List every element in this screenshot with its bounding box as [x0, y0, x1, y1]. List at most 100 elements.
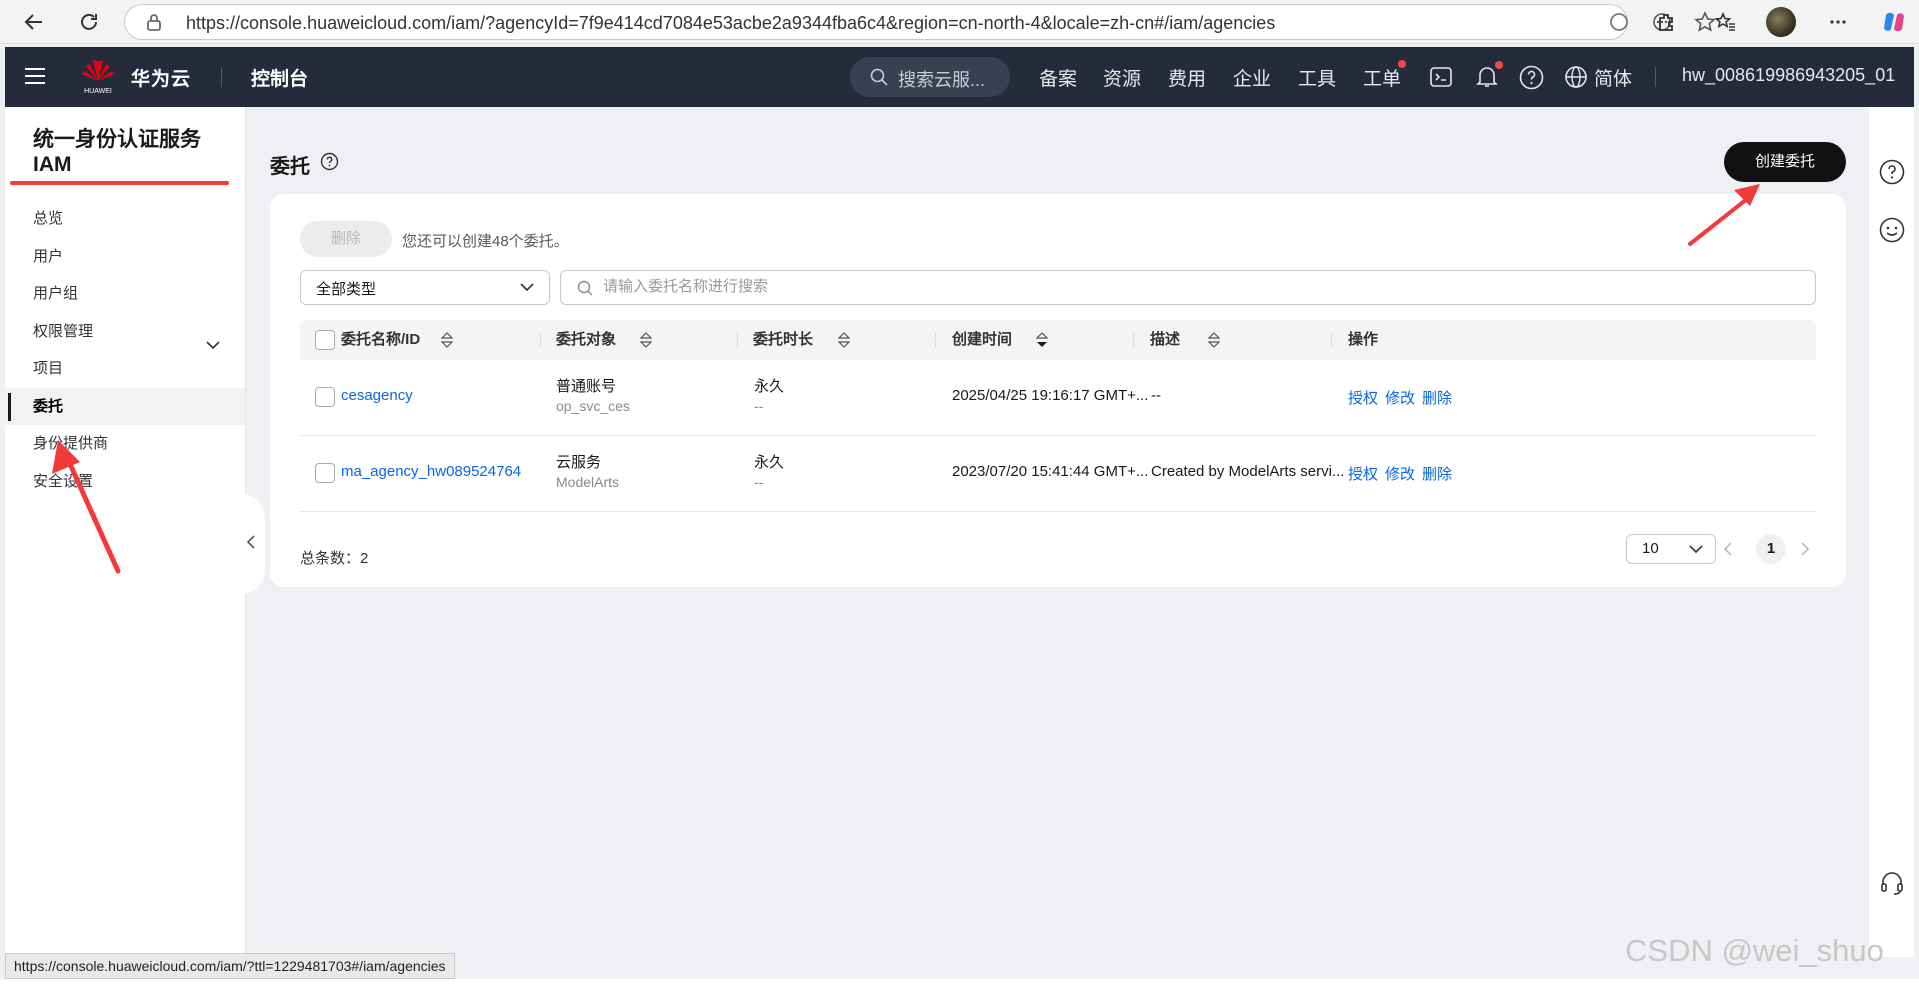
address-bar[interactable]: https://console.huaweicloud.com/iam/?age… — [124, 4, 1716, 40]
agency-list-card: 删除 您还可以创建48个委托。 全部类型 委托名称/ID 委托对象 委托时长 创… — [270, 194, 1846, 587]
agency-duration: 永久 — [754, 454, 785, 471]
column-header-created[interactable]: 创建时间 — [952, 320, 1012, 360]
back-icon[interactable] — [20, 8, 48, 36]
profile-avatar[interactable] — [1766, 7, 1796, 37]
page-size-select[interactable]: 10 — [1626, 534, 1716, 564]
help-icon[interactable] — [1879, 159, 1905, 190]
feedback-smile-icon[interactable] — [1879, 217, 1905, 248]
agency-description: -- — [1151, 387, 1161, 404]
sidebar-item-projects[interactable]: 项目 — [5, 350, 245, 388]
row-checkbox[interactable] — [315, 463, 335, 483]
agency-search[interactable] — [560, 270, 1816, 305]
sidebar-item-overview[interactable]: 总览 — [5, 200, 245, 238]
sort-desc-active-icon[interactable] — [1036, 332, 1048, 348]
sidebar-item-security-settings[interactable]: 安全设置 — [5, 463, 245, 501]
agency-target-sub: ModelArts — [556, 474, 620, 490]
language-switch[interactable]: 简体 — [1594, 64, 1632, 91]
favorites-icon[interactable] — [1711, 8, 1739, 36]
column-header-name[interactable]: 委托名称/ID — [341, 320, 420, 360]
column-header-label: 委托时长 — [753, 331, 814, 348]
sort-icon[interactable] — [640, 332, 652, 348]
copilot-icon[interactable] — [1880, 8, 1908, 36]
column-header-description[interactable]: 描述 — [1150, 320, 1180, 360]
agency-description: Created by ModelArts servi... — [1151, 463, 1345, 480]
column-divider — [737, 332, 738, 348]
column-divider — [935, 332, 936, 348]
sidebar-item-users[interactable]: 用户 — [5, 238, 245, 276]
huawei-logo[interactable]: HUAWEI — [77, 57, 119, 97]
quota-text: 您还可以创建48个委托。 — [402, 233, 569, 250]
customer-service-headset-icon[interactable] — [1879, 870, 1905, 901]
menu-icon[interactable] — [23, 65, 47, 92]
agency-search-input[interactable] — [601, 277, 1801, 296]
next-page-icon[interactable] — [1800, 541, 1810, 562]
delete-button[interactable]: 删除 — [300, 221, 392, 257]
annotation-underline — [10, 181, 229, 185]
help-icon[interactable] — [1519, 65, 1544, 95]
sidebar-item-agencies[interactable]: 委托 — [5, 387, 245, 425]
top-navigation: HUAWEI 华为云 控制台 搜索云服... 备案 资源 费用 企业 工具 工单… — [5, 47, 1914, 107]
column-divider — [1133, 332, 1134, 348]
nav-item-billing[interactable]: 费用 — [1168, 64, 1206, 91]
modify-link[interactable]: 修改 — [1385, 463, 1415, 484]
sort-icon[interactable] — [441, 332, 453, 348]
sidebar-item-identity-providers[interactable]: 身份提供商 — [5, 425, 245, 463]
sidebar-collapse-button[interactable] — [241, 494, 265, 594]
row-checkbox[interactable] — [315, 387, 335, 407]
agency-name-link[interactable]: cesagency — [341, 387, 413, 404]
service-title-cn: 统一身份认证服务 — [33, 128, 201, 151]
console-link[interactable]: 控制台 — [251, 64, 308, 91]
agency-duration-sub: -- — [754, 474, 764, 490]
delete-link[interactable]: 删除 — [1422, 387, 1452, 408]
prev-page-icon[interactable] — [1723, 541, 1733, 562]
nav-item-enterprise[interactable]: 企业 — [1233, 64, 1271, 91]
chevron-down-icon — [1689, 545, 1703, 554]
sidebar-item-label: 身份提供商 — [33, 435, 109, 452]
globe-icon[interactable] — [1564, 65, 1588, 94]
select-all-checkbox[interactable] — [315, 330, 335, 350]
sort-icon[interactable] — [1208, 332, 1220, 348]
chevron-left-icon — [246, 534, 256, 555]
column-header-label: 描述 — [1150, 331, 1181, 348]
authorize-link[interactable]: 授权 — [1348, 463, 1378, 484]
sidebar-item-label: 权限管理 — [33, 322, 94, 340]
authorize-link[interactable]: 授权 — [1348, 387, 1378, 408]
modify-link[interactable]: 修改 — [1385, 387, 1415, 408]
agency-name-link[interactable]: ma_agency_hw089524764 — [341, 463, 521, 480]
agency-created-time: 2023/07/20 15:41:44 GMT+... — [952, 463, 1149, 480]
column-header-target[interactable]: 委托对象 — [556, 320, 616, 360]
column-header-duration[interactable]: 委托时长 — [753, 320, 813, 360]
watermark: CSDN @wei_shuo — [1625, 933, 1884, 968]
create-agency-button[interactable]: 创建委托 — [1724, 142, 1846, 182]
page-number-current[interactable]: 1 — [1756, 534, 1786, 564]
delete-link[interactable]: 删除 — [1422, 463, 1452, 484]
table-row: cesagency 普通账号 op_svc_ces 永久 -- 2025/04/… — [300, 360, 1816, 436]
sidebar-item-permissions[interactable]: 权限管理 — [5, 313, 245, 351]
type-filter-select[interactable]: 全部类型 — [300, 270, 550, 305]
reload-icon[interactable] — [75, 8, 103, 36]
more-options-icon[interactable] — [1824, 8, 1852, 36]
nav-item-tickets[interactable]: 工单 — [1363, 64, 1401, 91]
type-filter-value: 全部类型 — [316, 281, 377, 298]
svg-text:HUAWEI: HUAWEI — [84, 88, 112, 95]
lock-icon — [145, 12, 163, 37]
agency-duration-sub: -- — [754, 398, 764, 414]
terminal-icon[interactable] — [1429, 65, 1453, 94]
nav-search[interactable]: 搜索云服... — [850, 57, 1010, 97]
notification-bell-icon[interactable] — [1475, 64, 1499, 95]
question-circle-icon[interactable] — [320, 152, 339, 176]
brand-name[interactable]: 华为云 — [131, 64, 191, 91]
nav-item-resources[interactable]: 资源 — [1103, 64, 1141, 91]
nav-item-tools[interactable]: 工具 — [1298, 64, 1336, 91]
edge-icon[interactable] — [1605, 8, 1633, 36]
extensions-icon[interactable] — [1652, 8, 1680, 36]
nav-item-beian[interactable]: 备案 — [1039, 64, 1077, 91]
sort-icon[interactable] — [838, 332, 850, 348]
sidebar-item-user-groups[interactable]: 用户组 — [5, 275, 245, 313]
user-account[interactable]: hw_008619986943205_01 — [1682, 65, 1895, 86]
status-bar-url: https://console.huaweicloud.com/iam/?ttl… — [5, 953, 455, 979]
sidebar: 统一身份认证服务 IAM 总览 用户 用户组 权限管理 项目 委托 身份提供商 … — [5, 107, 246, 957]
table-row: ma_agency_hw089524764 云服务 ModelArts 永久 -… — [300, 436, 1816, 512]
chevron-down-icon — [520, 283, 534, 292]
sidebar-item-label: 委托 — [33, 397, 64, 415]
